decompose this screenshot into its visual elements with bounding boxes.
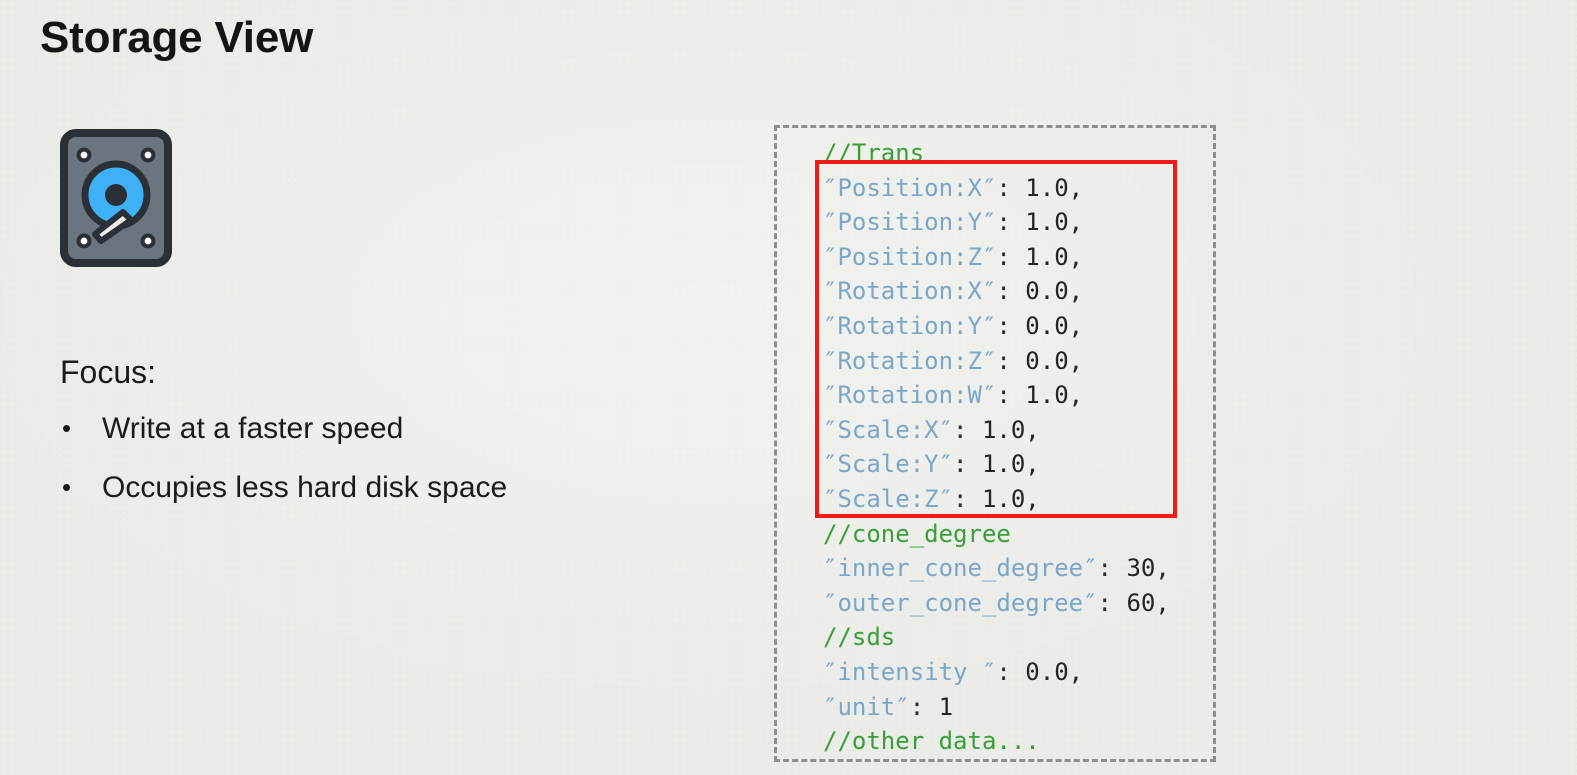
code-separator: : [996,346,1026,375]
code-separator: : [996,277,1026,306]
code-value: 0.0, [1025,657,1084,686]
focus-bullet-list: • Write at a faster speed • Occupies les… [58,410,698,529]
code-line: //other data... [823,724,1170,759]
code-key: ″Rotation:X″ [823,277,997,306]
bullet-glyph: • [62,413,72,443]
list-item: • Write at a faster speed [58,410,698,448]
code-line: ″Position:Y″: 1.0, [823,205,1170,240]
code-value: 1.0, [1025,381,1084,410]
code-key: ″intensity ″ [823,657,997,686]
code-comment: //other data... [823,727,1040,756]
code-value: 1.0, [981,415,1040,444]
code-separator: : [996,242,1026,271]
code-line: ″Rotation:Y″: 0.0, [823,309,1170,344]
code-key: ″unit″ [823,692,910,721]
code-value: 1.0, [1025,173,1084,202]
code-key: ″Rotation:W″ [823,381,997,410]
code-snippet-panel: //Trans ″Position:X″: 1.0, ″Position:Y″: 1… [774,125,1216,762]
code-separator: : [996,311,1026,340]
code-line: ″Rotation:Z″: 0.0, [823,344,1170,379]
code-separator: : [953,450,982,479]
code-separator: : [909,692,939,721]
code-separator: : [996,381,1026,410]
code-key: ″Position:X″ [823,173,997,202]
code-comment: //cone_degree [823,519,1011,548]
code-separator: : [953,484,982,513]
code-separator: : [996,208,1026,237]
code-line: ″Scale:Z″: 1.0, [823,482,1170,517]
code-key: ″Rotation:Y″ [823,311,997,340]
code-line: //cone_degree [823,517,1170,552]
code-line: ″intensity ″: 0.0, [823,655,1170,690]
code-separator: : [1097,588,1127,617]
code-separator: : [996,657,1026,686]
code-comment: //sds [823,623,896,652]
code-value: 1.0, [1025,242,1084,271]
code-value: 0.0, [1025,346,1084,375]
hard-disk-icon [60,129,172,267]
code-line: ″inner_cone_degree″: 30, [823,551,1170,586]
code-key: ″Rotation:Z″ [823,346,997,375]
code-line: ″unit″: 1 [823,690,1170,725]
code-line: ″Scale:X″: 1.0, [823,413,1170,448]
code-separator: : [953,415,982,444]
code-value: 1 [938,692,954,721]
code-key: ″Scale:Z″ [823,484,954,513]
code-line: ″Position:Z″: 1.0, [823,240,1170,275]
code-line: //sds [823,620,1170,655]
code-value: 30, [1126,554,1170,583]
code-key: ″Scale:Y″ [823,450,954,479]
code-value: 1.0, [981,484,1040,513]
code-key: ″Position:Y″ [823,208,997,237]
page-title: Storage View [40,13,314,62]
list-item-label: Write at a faster speed [102,412,404,445]
slide-canvas: Storage View Focus: • Write at a faster … [0,0,1577,775]
code-key: ″Position:Z″ [823,242,997,271]
code-separator: : [996,173,1026,202]
code-line: ″Rotation:X″: 0.0, [823,274,1170,309]
code-line-list: //Trans ″Position:X″: 1.0, ″Position:Y″: 1… [823,136,1170,759]
code-key: ″Scale:X″ [823,415,954,444]
code-key: ″inner_cone_degree″ [823,554,1098,583]
code-value: 60, [1126,588,1170,617]
code-value: 0.0, [1025,277,1084,306]
code-value: 1.0, [981,450,1040,479]
code-key: ″outer_cone_degree″ [823,588,1098,617]
code-line: ″Rotation:W″: 1.0, [823,378,1170,413]
focus-heading: Focus: [60,354,157,390]
code-value: 1.0, [1025,208,1084,237]
list-item: • Occupies less hard disk space [58,469,698,507]
code-line: ″Position:X″: 1.0, [823,171,1170,206]
code-comment: //Trans [823,139,925,167]
code-line: ″Scale:Y″: 1.0, [823,447,1170,482]
code-line: //Trans [823,136,1170,171]
list-item-label: Occupies less hard disk space [102,471,508,505]
code-value: 0.0, [1025,311,1084,340]
code-separator: : [1097,554,1127,583]
bullet-glyph: • [62,472,72,503]
code-line: ″outer_cone_degree″: 60, [823,586,1170,621]
